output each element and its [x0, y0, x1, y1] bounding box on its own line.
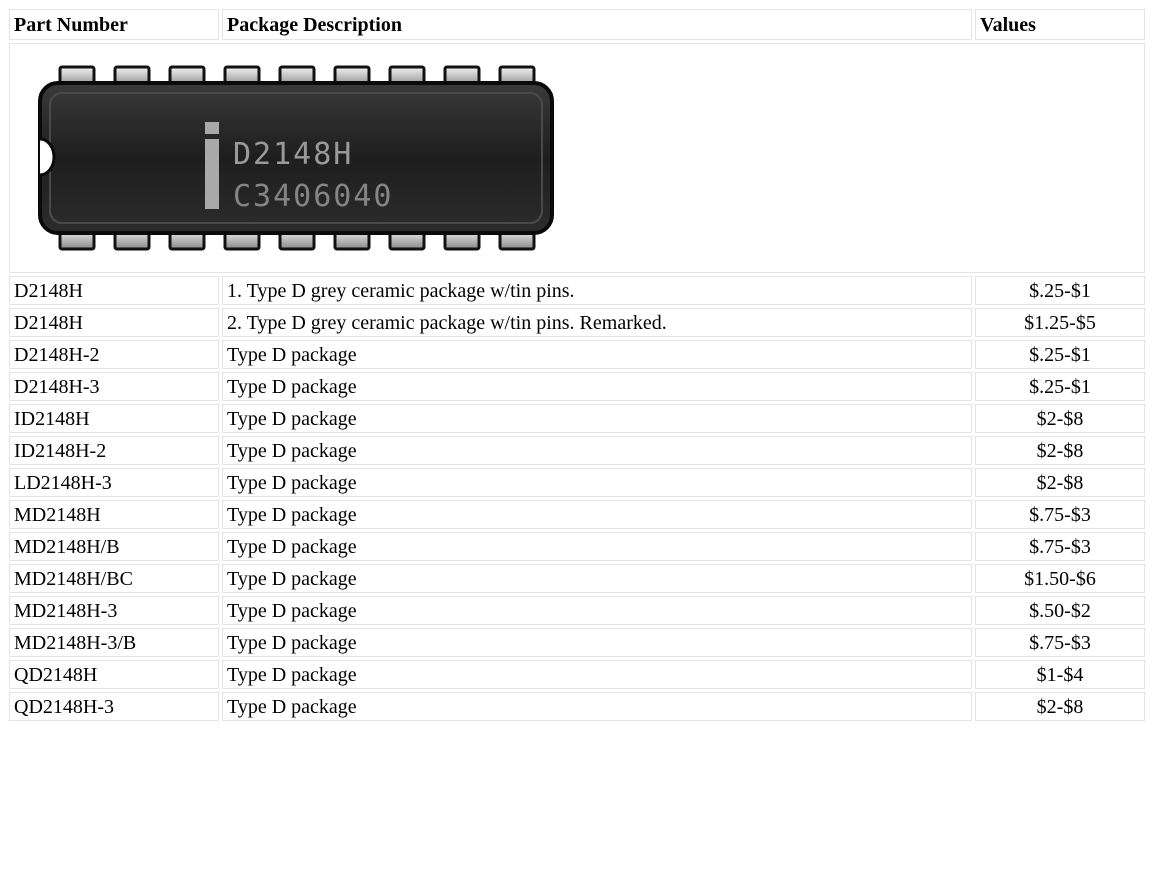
value-cell: $.25-$1 [975, 276, 1145, 305]
image-row: D2148H C3406040 [9, 43, 1145, 273]
package-description-cell: 1. Type D grey ceramic package w/tin pin… [222, 276, 972, 305]
package-description-cell: Type D package [222, 532, 972, 561]
part-number-cell: QD2148H [9, 660, 219, 689]
value-cell: $.25-$1 [975, 372, 1145, 401]
part-number-cell: D2148H [9, 308, 219, 337]
part-number-cell: LD2148H-3 [9, 468, 219, 497]
header-values: Values [975, 9, 1145, 40]
intel-logo-bar [205, 139, 219, 209]
table-row: LD2148H-3 Type D package $2-$8 [9, 468, 1145, 497]
table-row: ID2148H-2 Type D package $2-$8 [9, 436, 1145, 465]
package-description-cell: 2. Type D grey ceramic package w/tin pin… [222, 308, 972, 337]
part-number-cell: MD2148H-3/B [9, 628, 219, 657]
value-cell: $2-$8 [975, 692, 1145, 721]
part-number-cell: MD2148H/B [9, 532, 219, 561]
package-description-cell: Type D package [222, 596, 972, 625]
chip-photo-svg: D2148H C3406040 [38, 65, 554, 251]
chip-photo: D2148H C3406040 [30, 43, 560, 273]
table-row: MD2148H-3/B Type D package $.75-$3 [9, 628, 1145, 657]
part-number-cell: MD2148H/BC [9, 564, 219, 593]
table-row: D2148H-3 Type D package $.25-$1 [9, 372, 1145, 401]
part-number-cell: MD2148H-3 [9, 596, 219, 625]
package-description-cell: Type D package [222, 468, 972, 497]
table-row: D2148H-2 Type D package $.25-$1 [9, 340, 1145, 369]
table-row: MD2148H Type D package $.75-$3 [9, 500, 1145, 529]
table-row: MD2148H-3 Type D package $.50-$2 [9, 596, 1145, 625]
package-description-cell: Type D package [222, 436, 972, 465]
part-number-cell: D2148H-2 [9, 340, 219, 369]
part-number-cell: ID2148H [9, 404, 219, 433]
value-cell: $.75-$3 [975, 500, 1145, 529]
package-description-cell: Type D package [222, 564, 972, 593]
chip-marking-line1: D2148H [233, 137, 353, 172]
package-description-cell: Type D package [222, 340, 972, 369]
package-description-cell: Type D package [222, 628, 972, 657]
package-description-cell: Type D package [222, 692, 972, 721]
part-number-cell: QD2148H-3 [9, 692, 219, 721]
header-row: Part Number Package Description Values [9, 9, 1145, 40]
part-number-cell: ID2148H-2 [9, 436, 219, 465]
header-package-description: Package Description [222, 9, 972, 40]
value-cell: $.50-$2 [975, 596, 1145, 625]
value-cell: $2-$8 [975, 468, 1145, 497]
value-cell: $.75-$3 [975, 532, 1145, 561]
value-cell: $2-$8 [975, 404, 1145, 433]
table-row: QD2148H-3 Type D package $2-$8 [9, 692, 1145, 721]
value-cell: $1.25-$5 [975, 308, 1145, 337]
table-row: QD2148H Type D package $1-$4 [9, 660, 1145, 689]
value-cell: $2-$8 [975, 436, 1145, 465]
package-description-cell: Type D package [222, 660, 972, 689]
package-description-cell: Type D package [222, 500, 972, 529]
part-number-cell: D2148H-3 [9, 372, 219, 401]
table-row: D2148H 1. Type D grey ceramic package w/t… [9, 276, 1145, 305]
value-cell: $.75-$3 [975, 628, 1145, 657]
part-number-cell: D2148H [9, 276, 219, 305]
value-cell: $1-$4 [975, 660, 1145, 689]
part-number-cell: MD2148H [9, 500, 219, 529]
chip-image-cell: D2148H C3406040 [9, 43, 1145, 273]
table-row: MD2148H/BC Type D package $1.50-$6 [9, 564, 1145, 593]
parts-table: Part Number Package Description Values D… [6, 6, 1148, 724]
table-body: D2148H C3406040 D2148H 1. Type D grey cer… [9, 43, 1145, 721]
package-description-cell: Type D package [222, 372, 972, 401]
intel-logo-dot [205, 122, 219, 134]
table-row: D2148H 2. Type D grey ceramic package w/t… [9, 308, 1145, 337]
header-part-number: Part Number [9, 9, 219, 40]
chip-marking-line2: C3406040 [233, 179, 394, 214]
value-cell: $.25-$1 [975, 340, 1145, 369]
table-row: MD2148H/B Type D package $.75-$3 [9, 532, 1145, 561]
package-description-cell: Type D package [222, 404, 972, 433]
table-row: ID2148H Type D package $2-$8 [9, 404, 1145, 433]
value-cell: $1.50-$6 [975, 564, 1145, 593]
